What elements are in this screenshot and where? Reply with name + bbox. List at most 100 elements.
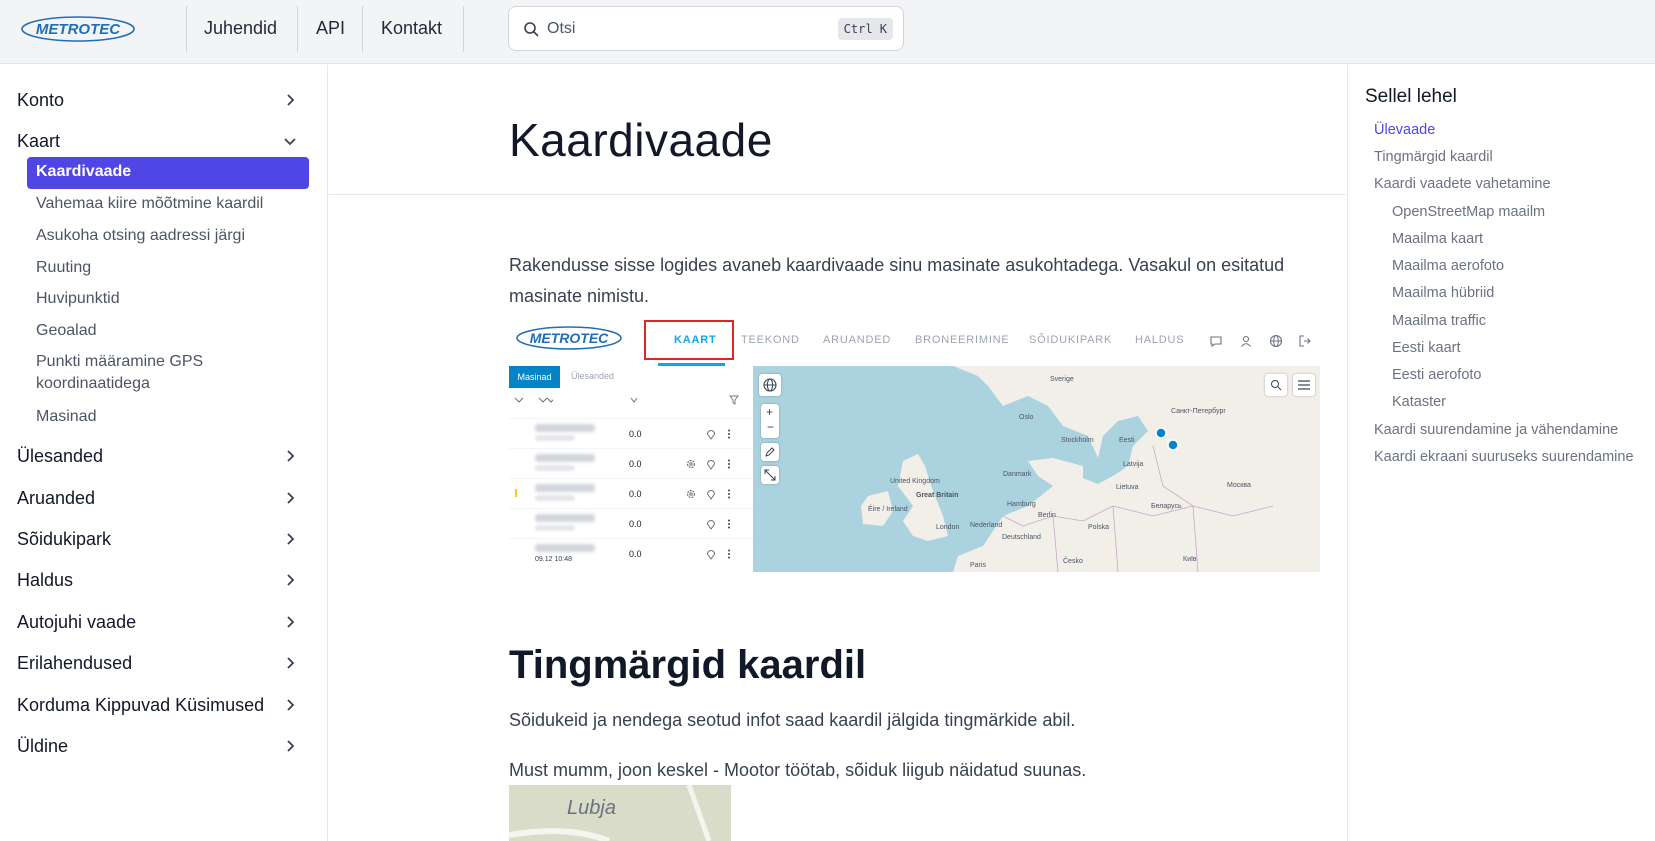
toc-link-maailma-hubriid[interactable]: Maailma hübriid (1392, 285, 1494, 301)
sidebar-group-label: Autojuhi vaade (17, 612, 137, 632)
search-input[interactable] (547, 17, 807, 41)
section-paragraph: Must mumm, joon keskel - Mootor töötab, … (509, 760, 1087, 780)
toc-link-eesti-aerofoto[interactable]: Eesti aerofoto (1392, 367, 1481, 383)
toc-link-maailma-aerofoto[interactable]: Maailma aerofoto (1392, 258, 1504, 274)
toc-link-suurendamine[interactable]: Kaardi suurendamine ja vähendamine (1374, 422, 1618, 438)
chevron-right-icon (287, 616, 295, 628)
sidebar-item-vahemaa[interactable]: Vahemaa kiire mõõtmine kaardil (27, 189, 309, 219)
toc-link-tingmargid[interactable]: Tingmärgid kaardil (1374, 149, 1493, 165)
sidebar-group-konto[interactable]: Konto (17, 85, 297, 115)
row-marker (515, 489, 517, 497)
map-menu-button (1293, 374, 1315, 396)
toc-link-kataster[interactable]: Kataster (1392, 394, 1446, 410)
sidebar-group-autojuhi-vaade[interactable]: Autojuhi vaade (17, 607, 297, 637)
sidebar-group-haldus[interactable]: Haldus (17, 565, 297, 595)
toc-link-maailma-traffic[interactable]: Maailma traffic (1392, 313, 1486, 329)
row-value: 0.0 (629, 519, 642, 529)
search-shortcut-badge: Ctrl K (837, 18, 893, 40)
toc-link-eesti-kaart[interactable]: Eesti kaart (1392, 340, 1461, 356)
table-row: 0.0 (509, 418, 753, 448)
blurred-date (535, 495, 575, 501)
more-vertical-icon (728, 459, 730, 469)
chevron-right-icon (287, 533, 295, 545)
nav-divider (362, 6, 363, 52)
intro-paragraph: Rakendusse sisse logides avaneb kaardiva… (509, 255, 1285, 306)
page-title: Kaardivaade (509, 114, 773, 166)
map-label: Hamburg (1007, 501, 1036, 508)
map-label: United Kingdom (890, 478, 940, 485)
sidebar-group-label: Korduma Kippuvad Küsimused (17, 695, 265, 715)
sidebar-group-ulesanded[interactable]: Ülesanded (17, 441, 297, 471)
sidebar-item-geoalad[interactable]: Geoalad (27, 316, 309, 346)
screenshot-tab-masinad: Masinad (509, 366, 560, 388)
vehicle-marker-icon (1155, 427, 1179, 451)
sidebar-group-label: Kaart (17, 131, 61, 151)
sidebar-item-ruuting[interactable]: Ruuting (27, 253, 309, 283)
user-icon (1241, 335, 1251, 347)
metrotec-logo[interactable]: METROTEC (20, 14, 136, 44)
logo-text: METROTEC (36, 21, 121, 38)
sidebar-group-soidukipark[interactable]: Sõidukipark (17, 524, 297, 554)
map-label: Беларусь (1151, 503, 1182, 510)
blurred-name (535, 454, 595, 462)
map-landmass (861, 366, 1320, 572)
nav-divider (463, 6, 464, 52)
map-label: Česko (1063, 558, 1083, 565)
gear-icon (686, 459, 696, 469)
screenshot-logo-text: METROTEC (530, 330, 609, 346)
toc-link-ulevaade[interactable]: Ülevaade (1374, 122, 1435, 138)
chevron-down-icon (514, 397, 553, 403)
search-icon (1271, 380, 1282, 391)
screenshot-tab-ulesanded: Ülesanded (571, 371, 615, 381)
map-layers-button (759, 374, 781, 396)
map-label: Nederland (970, 522, 1003, 529)
chevron-right-icon (287, 94, 295, 106)
sidebar-group-uldine[interactable]: Üldine (17, 731, 297, 761)
map-label: Санкт-Петербург (1171, 408, 1226, 415)
search-box[interactable]: Ctrl K (508, 6, 904, 51)
row-value: 0.0 (629, 489, 642, 499)
blurred-name (535, 514, 595, 522)
location-icon (706, 460, 716, 470)
map-draw-button (761, 443, 779, 461)
sidebar-group-label: Ülesanded (17, 446, 104, 466)
row-value: 0.0 (629, 429, 642, 439)
sidebar-group-erilahendused[interactable]: Erilahendused (17, 648, 297, 678)
sidebar-item-masinad[interactable]: Masinad (27, 402, 309, 432)
app-screenshot: METROTEC KAART TEEKOND ARUANDED BRONEERI… (509, 316, 1320, 572)
toc-link-vaadete-vahetamine[interactable]: Kaardi vaadete vahetamine (1374, 176, 1551, 192)
more-vertical-icon (728, 489, 730, 499)
chat-icon (1210, 336, 1222, 348)
screenshot-machine-list: Masinad Ülesanded 0.0 0.0 0.0 0.0 09.12 … (509, 366, 753, 572)
nav-link-juhendid[interactable]: Juhendid (204, 18, 277, 39)
map-thumbnail-image: Lubja (509, 785, 731, 841)
map-label: Eesti (1119, 437, 1135, 444)
screenshot-tab-kaart: KAART (674, 334, 717, 346)
toc-title: Sellel lehel (1365, 86, 1457, 107)
blurred-name (535, 544, 595, 552)
globe-icon (763, 378, 777, 392)
map-label: Éire / Ireland (868, 506, 908, 513)
table-row: 09.12 10:48 0.0 (509, 538, 753, 568)
sidebar-item-huvipunktid[interactable]: Huvipunktid (27, 284, 309, 314)
screenshot-tab-teekond: TEEKOND (741, 334, 800, 346)
zoom-out-icon: − (767, 420, 775, 434)
blurred-date (535, 435, 575, 441)
toc-link-openstreetmap[interactable]: OpenStreetMap maailm (1392, 204, 1545, 220)
location-icon (706, 490, 716, 500)
row-timestamp: 09.12 10:48 (535, 556, 572, 563)
chevron-down-icon (284, 138, 296, 146)
nav-link-api[interactable]: API (316, 18, 345, 39)
nav-link-kontakt[interactable]: Kontakt (381, 18, 442, 39)
sidebar-item-kaardivaade[interactable]: Kaardivaade (27, 157, 309, 189)
sidebar-item-asukoha-otsing[interactable]: Asukoha otsing aadressi järgi (27, 221, 309, 251)
sidebar-group-kkk[interactable]: Korduma Kippuvad Küsimused (17, 690, 297, 720)
sidebar-group-aruanded[interactable]: Aruanded (17, 483, 297, 513)
map-label: Danmark (1003, 471, 1032, 478)
toc-link-maailma-kaart[interactable]: Maailma kaart (1392, 231, 1483, 247)
toc-link-ekraani-suuruseks[interactable]: Kaardi ekraani suuruseks suurendamine (1374, 449, 1634, 465)
sidebar-group-kaart[interactable]: Kaart (17, 126, 297, 156)
map-label: London (936, 524, 960, 531)
blurred-name (535, 484, 595, 492)
sidebar-item-gps-punkt[interactable]: Punkti määramine GPS koordinaatidega (27, 347, 247, 399)
